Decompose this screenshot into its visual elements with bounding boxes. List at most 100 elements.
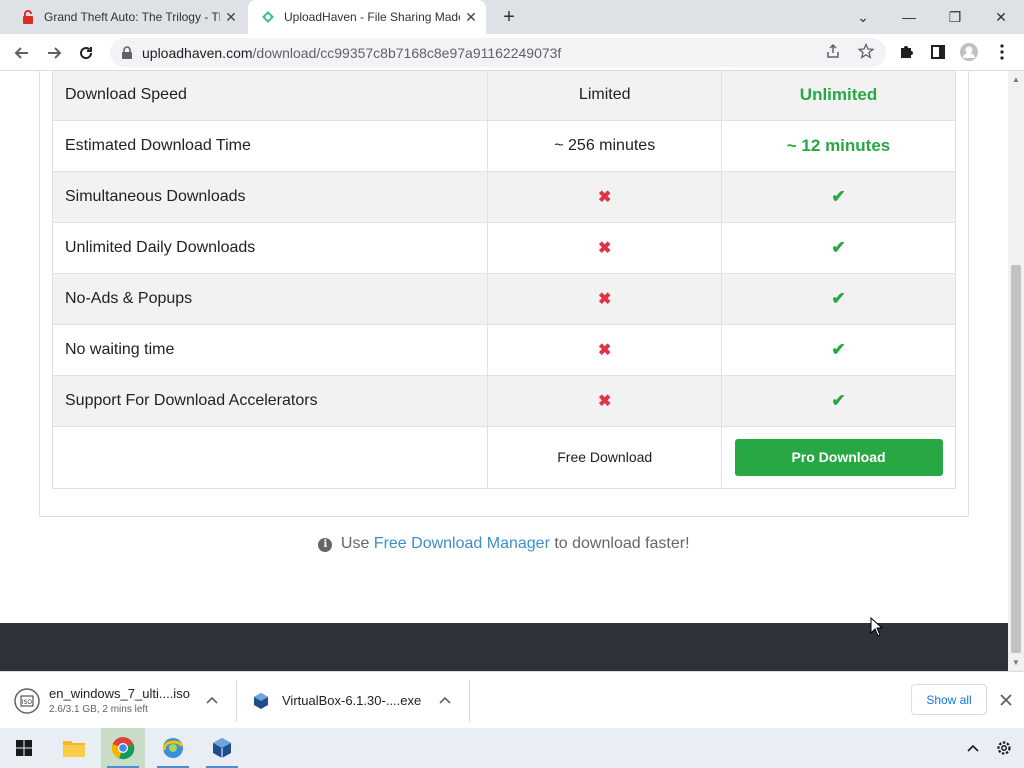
feature-label: Download Speed: [51, 71, 489, 121]
close-tab-icon[interactable]: ✕: [460, 9, 482, 26]
pro-cell: ~ 12 minutes: [721, 120, 956, 172]
pro-cell: ✔: [721, 375, 956, 427]
back-button[interactable]: [10, 41, 34, 65]
tab-uploadhaven[interactable]: UploadHaven - File Sharing Made Simple ✕: [248, 0, 486, 34]
chevron-up-icon[interactable]: [204, 692, 220, 708]
disc-image-file-icon: ISO: [14, 687, 40, 714]
svg-text:ISO: ISO: [22, 699, 33, 706]
free-cell: ✖: [487, 222, 723, 274]
info-circle-icon: i: [318, 538, 333, 552]
address-bar[interactable]: uploadhaven.com/download/cc99357c8b7168c…: [110, 38, 886, 67]
download-item-virtualbox[interactable]: VirtualBox-6.1.30-....exe: [252, 672, 442, 729]
scroll-thumb[interactable]: [1011, 265, 1021, 653]
check-icon: ✔: [831, 391, 846, 410]
windows-taskbar: [0, 728, 1024, 768]
free-download-link[interactable]: Free Download: [557, 449, 652, 465]
page-footer: [0, 623, 1008, 671]
side-panel-icon[interactable]: [927, 41, 949, 63]
fdm-prefix: Use: [340, 535, 370, 552]
new-tab-button[interactable]: +: [498, 6, 520, 28]
free-cell: ✖: [487, 324, 723, 376]
forward-arrow-icon: [48, 47, 62, 59]
close-tab-icon[interactable]: ✕: [220, 9, 242, 26]
free-download-cell: Free Download: [487, 426, 723, 489]
free-cell: ✖: [487, 375, 723, 427]
comparison-row: No waiting time ✖ ✔: [51, 324, 956, 376]
pro-cell: ✔: [721, 222, 956, 274]
windows-start-icon[interactable]: [2, 728, 46, 768]
download-filename: VirtualBox-6.1.30-....exe: [282, 693, 422, 708]
extensions-puzzle-icon[interactable]: [895, 41, 917, 63]
file-explorer-icon[interactable]: [52, 728, 96, 768]
check-icon: ✔: [831, 289, 846, 308]
page-scrollbar[interactable]: ▲ ▼: [1008, 71, 1024, 671]
comparison-row: Support For Download Accelerators ✖ ✔: [51, 375, 956, 427]
fdm-link[interactable]: Free Download Manager: [374, 535, 550, 552]
virtualbox-icon[interactable]: [200, 728, 244, 768]
reload-icon: [80, 47, 93, 60]
download-item-iso[interactable]: ISO en_windows_7_ulti....iso 2.6/3.1 GB,…: [14, 672, 220, 729]
free-cell: ✖: [487, 171, 723, 223]
bookmark-star-icon[interactable]: [856, 41, 876, 61]
close-shelf-icon[interactable]: [996, 690, 1016, 710]
comparison-row: Unlimited Daily Downloads ✖ ✔: [51, 222, 956, 274]
feature-label: Unlimited Daily Downloads: [51, 222, 489, 274]
tab-search-icon[interactable]: ⌄: [840, 0, 886, 34]
tab-gta-trilogy[interactable]: Grand Theft Auto: The Trilogy - The Defi…: [8, 0, 246, 34]
reload-button[interactable]: [74, 41, 98, 65]
mouse-cursor-icon: [870, 617, 884, 637]
pro-cell: ✔: [721, 171, 956, 223]
pro-value: ~ 12 minutes: [786, 136, 891, 155]
scroll-down-arrow-icon[interactable]: ▼: [1012, 658, 1020, 667]
share-icon[interactable]: [823, 41, 843, 61]
url-path: /download/cc99357c8b7168c8e97a9116224907…: [252, 44, 562, 61]
back-arrow-icon: [14, 47, 28, 59]
comparison-row: Estimated Download Time ~ 256 minutes ~ 12…: [51, 120, 956, 172]
pro-download-button[interactable]: Pro Download: [734, 439, 943, 476]
download-divider: [469, 680, 470, 722]
cross-icon: ✖: [598, 291, 612, 308]
pro-cell: ✔: [721, 273, 956, 325]
lock-red-icon: [23, 10, 33, 24]
cross-icon: ✖: [598, 393, 612, 410]
browser-toolbar: uploadhaven.com/download/cc99357c8b7168c…: [0, 34, 1024, 71]
download-divider: [236, 680, 237, 722]
lock-icon: [122, 45, 132, 59]
feature-label: No waiting time: [51, 324, 489, 376]
comparison-table: Download Speed Limited Unlimited Estimated …: [51, 71, 956, 489]
tab-title: UploadHaven - File Sharing Made Simple: [284, 10, 460, 24]
browser-app-icon[interactable]: [151, 728, 195, 768]
cross-icon: ✖: [598, 342, 612, 359]
tab-title: Grand Theft Auto: The Trilogy - The Defi…: [44, 10, 220, 24]
restore-icon[interactable]: ❐: [932, 0, 978, 34]
virtualbox-installer-icon: [254, 692, 268, 709]
close-window-icon[interactable]: ✕: [978, 0, 1024, 34]
settings-gear-icon[interactable]: [984, 728, 1024, 768]
forward-button[interactable]: [42, 41, 66, 65]
feature-label: Simultaneous Downloads: [51, 171, 489, 223]
chevron-up-icon[interactable]: [437, 692, 453, 708]
show-all-button[interactable]: Show all: [911, 684, 987, 715]
feature-label: Support For Download Accelerators: [51, 375, 489, 427]
pro-value: Unlimited: [799, 85, 878, 104]
comparison-row: Download Speed Limited Unlimited: [51, 71, 956, 121]
profile-avatar-icon[interactable]: [958, 41, 980, 63]
check-icon: ✔: [831, 340, 846, 359]
pro-cell: ✔: [721, 324, 956, 376]
cross-icon: ✖: [598, 189, 612, 206]
comparison-row: No-Ads & Popups ✖ ✔: [51, 273, 956, 325]
menu-kebab-icon[interactable]: [991, 41, 1013, 63]
fdm-note: i Use Free Download Manager to download …: [0, 535, 1008, 553]
empty-cell: [51, 426, 489, 489]
url-host: uploadhaven.com: [142, 44, 253, 61]
feature-label: No-Ads & Popups: [51, 273, 489, 325]
free-value: Limited: [487, 71, 723, 121]
scroll-up-arrow-icon[interactable]: ▲: [1012, 75, 1020, 84]
tab-strip: Grand Theft Auto: The Trilogy - The Defi…: [0, 0, 1024, 34]
comparison-row: Simultaneous Downloads ✖ ✔: [51, 171, 956, 223]
chrome-icon[interactable]: [101, 728, 145, 768]
download-filename: en_windows_7_ulti....iso: [49, 686, 190, 701]
minimize-icon[interactable]: —: [886, 0, 932, 34]
download-shelf: ISO en_windows_7_ulti....iso 2.6/3.1 GB,…: [0, 671, 1024, 728]
check-icon: ✔: [831, 187, 846, 206]
